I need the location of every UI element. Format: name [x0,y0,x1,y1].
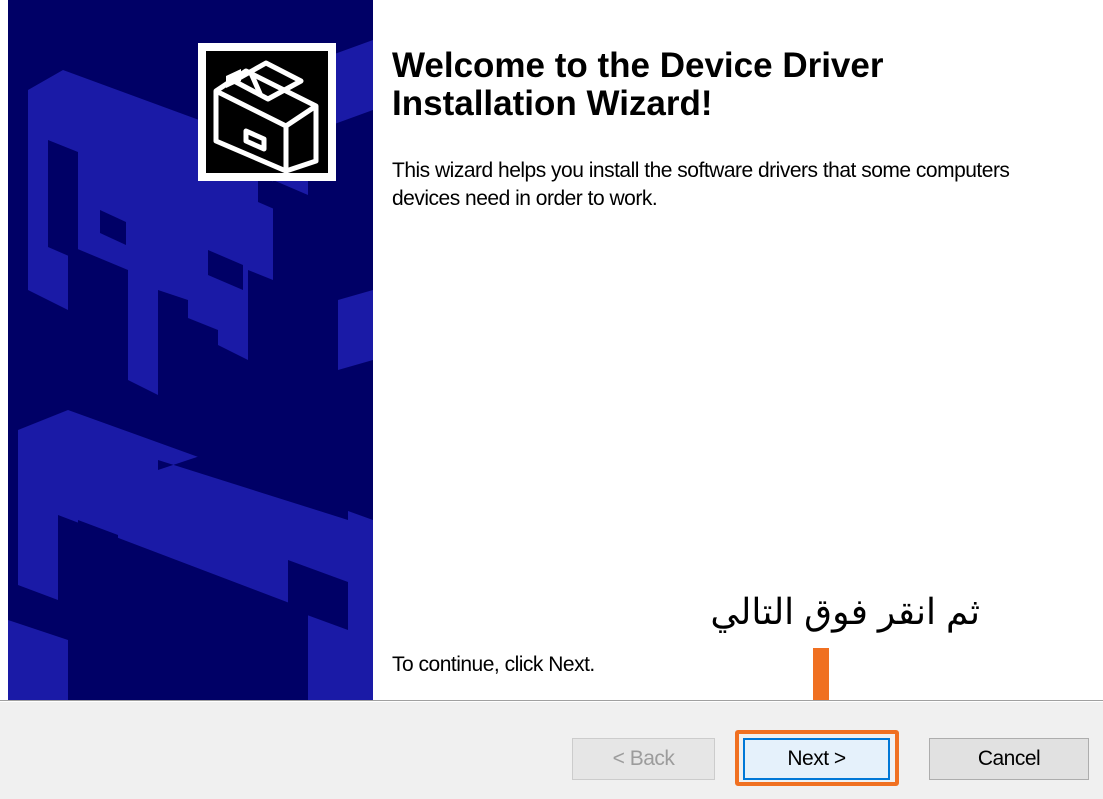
driver-card-icon [198,43,336,181]
window-left-edge [0,0,8,700]
back-button[interactable]: < Back [572,738,715,780]
next-button-highlight [735,730,899,786]
annotation-text: ثم انقر فوق التالي [710,591,980,632]
down-arrow-icon [813,648,829,708]
wizard-description: This wizard helps you install the softwa… [392,159,1010,210]
continue-instruction: To continue, click Next. [392,653,595,676]
wizard-title: Welcome to the Device Driver Installatio… [392,46,884,123]
cancel-button[interactable]: Cancel [929,738,1089,780]
